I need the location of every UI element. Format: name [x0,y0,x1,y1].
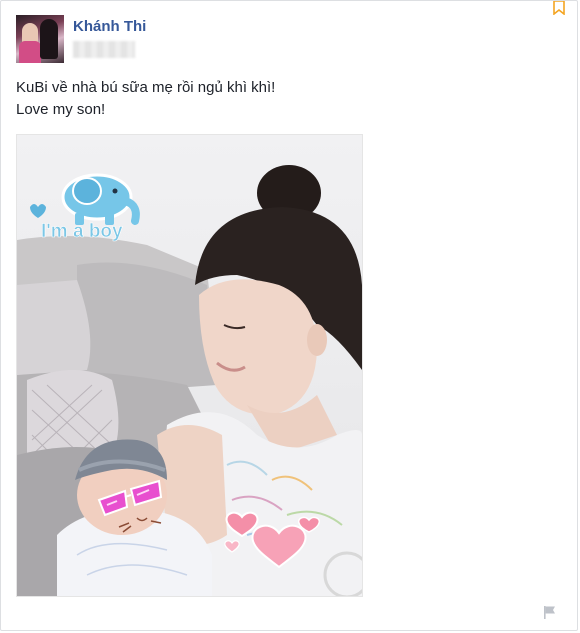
mother-ear [307,324,327,356]
avatar-figure-dress [19,41,41,63]
author-avatar[interactable] [16,15,64,63]
elephant-sticker-icon [30,173,140,225]
avatar-figure [40,19,58,59]
mother-face [199,279,317,416]
patterned-pillow [17,280,91,375]
photo-illustration: I'm a boy [17,165,362,596]
sticker-text: I'm a boy [41,221,123,242]
author-name-link[interactable]: Khánh Thi [73,18,146,35]
post-card: Khánh Thi KuBi về nhà bú sữa mẹ rồi ngủ … [0,0,578,631]
post-message: KuBi về nhà bú sữa mẹ rồi ngủ khì khì! L… [16,77,275,121]
post-text-line: KuBi về nhà bú sữa mẹ rồi ngủ khì khì! [16,79,276,96]
post-text-line: Love my son! [16,101,106,118]
bookmark-ribbon-icon[interactable] [553,1,565,15]
blurred-timestamp [73,41,135,58]
flag-icon[interactable] [542,604,558,620]
post-photo[interactable]: I'm a boy [16,134,363,597]
